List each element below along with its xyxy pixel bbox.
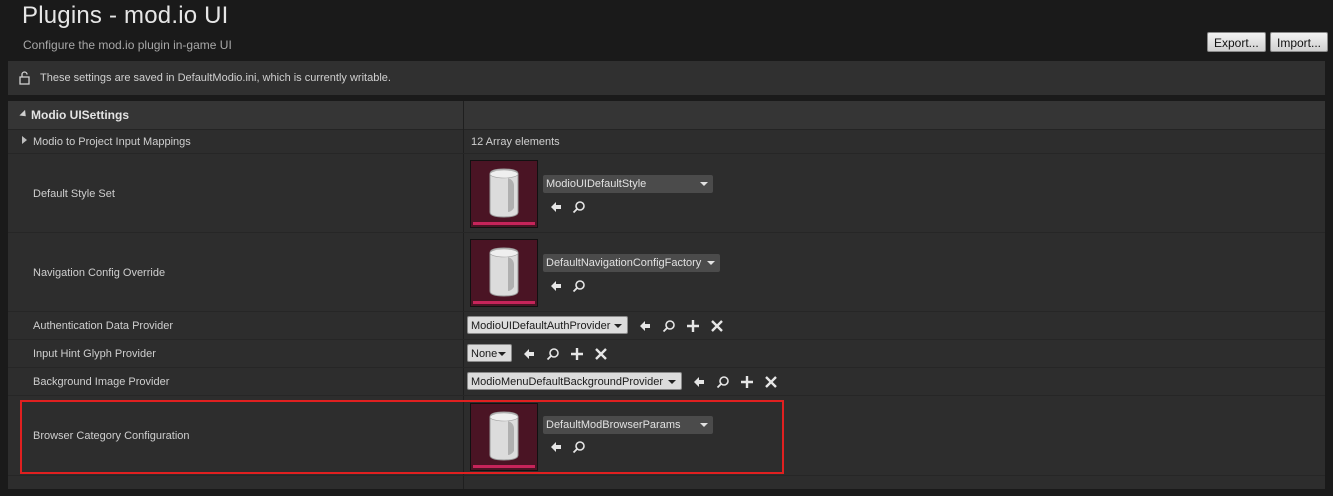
asset-thumbnail[interactable]: [470, 239, 538, 307]
class-picker-value: ModioUIDefaultAuthProvider: [471, 320, 611, 332]
page-title: Plugins - mod.io UI: [22, 2, 229, 29]
property-label: Default Style Set: [33, 188, 115, 200]
class-picker-combo[interactable]: None: [467, 344, 512, 362]
asset-picker-value: ModioUIDefaultStyle: [546, 178, 647, 190]
asset-thumbnail[interactable]: [470, 160, 538, 228]
section-title: Modio UISettings: [31, 108, 129, 122]
browse-search-icon[interactable]: [546, 347, 560, 361]
chevron-down-icon: [668, 380, 676, 384]
property-row-auth-provider: Authentication Data Provider ModioUIDefa…: [8, 312, 1325, 340]
property-row-background-image: Background Image Provider ModioMenuDefau…: [8, 368, 1325, 396]
page-header: Plugins - mod.io UI Configure the mod.io…: [0, 0, 1333, 60]
property-label: Modio to Project Input Mappings: [33, 136, 191, 148]
config-notice-bar: These settings are saved in DefaultModio…: [8, 61, 1325, 95]
property-label: Background Image Provider: [33, 376, 170, 388]
page-subtitle: Configure the mod.io plugin in-game UI: [23, 38, 232, 52]
class-picker-value: ModioMenuDefaultBackgroundProvider: [471, 376, 663, 388]
clear-x-icon[interactable]: [710, 319, 724, 333]
use-selected-arrow-icon[interactable]: [692, 375, 706, 389]
config-notice-text: These settings are saved in DefaultModio…: [40, 72, 391, 84]
add-plus-icon[interactable]: [686, 319, 700, 333]
chevron-down-icon: [700, 182, 708, 186]
section-header[interactable]: Modio UISettings: [8, 101, 1325, 130]
property-row-input-hint: Input Hint Glyph Provider None: [8, 340, 1325, 368]
property-label: Navigation Config Override: [33, 267, 166, 279]
clear-x-icon[interactable]: [594, 347, 608, 361]
chevron-down-icon: [707, 261, 715, 265]
property-row-navigation-config: Navigation Config Override DefaultNaviga…: [8, 233, 1325, 312]
data-asset-icon: [489, 168, 519, 218]
expand-icon[interactable]: [22, 136, 27, 144]
array-count: 12 Array elements: [471, 136, 560, 148]
browse-search-icon[interactable]: [662, 319, 676, 333]
asset-picker-combo[interactable]: ModioUIDefaultStyle: [543, 175, 713, 193]
use-selected-arrow-icon[interactable]: [549, 279, 563, 293]
use-selected-arrow-icon[interactable]: [549, 200, 563, 214]
asset-type-bar: [473, 222, 535, 225]
use-selected-arrow-icon[interactable]: [522, 347, 536, 361]
import-button[interactable]: Import...: [1270, 32, 1329, 52]
panel-right-edge: [1326, 101, 1333, 489]
highlight-box: [20, 400, 784, 474]
property-row-default-style-set: Default Style Set ModioUIDefaultStyle: [8, 154, 1325, 233]
class-picker-combo[interactable]: ModioUIDefaultAuthProvider: [467, 316, 628, 334]
asset-picker-value: DefaultNavigationConfigFactory: [546, 257, 702, 269]
chevron-down-icon: [614, 324, 622, 328]
property-label: Authentication Data Provider: [33, 320, 174, 332]
asset-picker-combo[interactable]: DefaultNavigationConfigFactory: [543, 254, 720, 272]
class-picker-value: None: [471, 348, 498, 360]
browse-search-icon[interactable]: [572, 279, 586, 293]
browse-search-icon[interactable]: [572, 200, 586, 214]
add-plus-icon[interactable]: [570, 347, 584, 361]
column-divider[interactable]: [463, 101, 464, 129]
collapse-icon[interactable]: [19, 109, 29, 120]
chevron-down-icon: [498, 352, 506, 356]
property-label: Input Hint Glyph Provider: [33, 348, 156, 360]
lock-open-icon: [19, 71, 30, 85]
property-row-input-mappings: Modio to Project Input Mappings 12 Array…: [8, 130, 1325, 154]
use-selected-arrow-icon[interactable]: [638, 319, 652, 333]
clear-x-icon[interactable]: [764, 375, 778, 389]
browse-search-icon[interactable]: [716, 375, 730, 389]
add-plus-icon[interactable]: [740, 375, 754, 389]
asset-type-bar: [473, 301, 535, 304]
data-asset-icon: [489, 247, 519, 297]
export-button[interactable]: Export...: [1207, 32, 1266, 52]
class-picker-combo[interactable]: ModioMenuDefaultBackgroundProvider: [467, 372, 682, 390]
